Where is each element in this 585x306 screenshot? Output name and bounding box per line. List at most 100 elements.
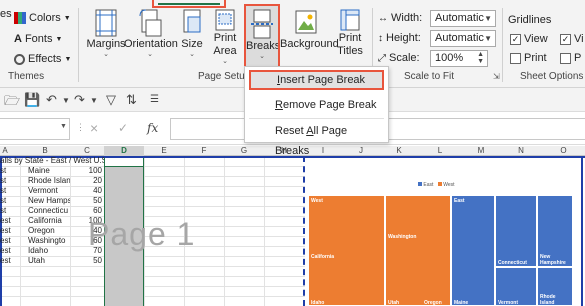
active-cell-d2[interactable]: [104, 157, 144, 167]
value-cell[interactable]: 40: [72, 186, 102, 196]
treemap-tile-washington[interactable]: Washington Utah Oregon: [385, 195, 451, 306]
state-cell[interactable]: Utah: [28, 256, 70, 266]
print-titles-icon: [340, 9, 360, 31]
state-cell[interactable]: Connecticu: [28, 206, 70, 216]
confirm-icon[interactable]: ✓: [118, 121, 128, 135]
state-cell[interactable]: California: [28, 216, 70, 226]
treemap-tile-new-hampshire[interactable]: New Hampshire: [537, 195, 573, 267]
worksheet[interactable]: A B C D E F G H I J K L M N O alls by St…: [0, 146, 585, 306]
state-cell[interactable]: Vermont: [28, 186, 70, 196]
treemap-tile-maine[interactable]: East Maine: [451, 195, 495, 306]
reset-all-page-breaks-item[interactable]: Reset All Page Breaks: [249, 121, 384, 157]
treemap-tile-vermont[interactable]: Vermont: [495, 267, 537, 306]
effects-button[interactable]: Effects ▼: [14, 53, 71, 65]
region-cell[interactable]: st: [0, 186, 20, 196]
tile-label-oregon: Oregon: [424, 300, 442, 306]
sort-icon[interactable]: ⇅: [126, 92, 137, 108]
undo-icon[interactable]: ↶: [46, 92, 57, 108]
size-button[interactable]: Size ⌄: [178, 8, 206, 70]
headings-view-checkbox[interactable]: ✓ Vi: [560, 33, 584, 45]
fonts-button[interactable]: A Fonts ▼: [14, 33, 62, 45]
column-header-f[interactable]: F: [184, 146, 224, 156]
background-icon: [295, 10, 317, 34]
dialog-launcher-icon[interactable]: ⇲: [493, 72, 500, 81]
menu-label-underlined: R: [275, 99, 283, 111]
tile-label-new-hampshire: New Hampshire: [540, 254, 566, 266]
state-cell[interactable]: Maine: [28, 166, 70, 176]
treemap-tile-california[interactable]: West California Idaho: [308, 195, 385, 306]
column-header-b[interactable]: B: [20, 146, 70, 156]
state-cell[interactable]: Washingto: [28, 236, 70, 246]
column-header-g[interactable]: G: [224, 146, 264, 156]
state-cell[interactable]: New Hamps: [28, 196, 70, 206]
state-cell[interactable]: Idaho: [28, 246, 70, 256]
value-cell[interactable]: 20: [72, 176, 102, 186]
gridlines-view-checkbox[interactable]: ✓ View: [510, 33, 548, 45]
print-titles-button[interactable]: Print Titles: [334, 8, 366, 70]
column-header-e[interactable]: E: [144, 146, 184, 156]
print-area-button[interactable]: Print Area ⌄: [208, 8, 242, 70]
state-cell[interactable]: Rhode Islan: [28, 176, 70, 186]
sheet-title[interactable]: alls by State - East / West U.S.: [0, 156, 104, 166]
region-cell[interactable]: st: [0, 196, 20, 206]
gridlines-print-checkbox[interactable]: Print: [510, 52, 547, 64]
background-button[interactable]: Background: [280, 8, 339, 70]
redo-dropdown-icon[interactable]: ▼: [90, 96, 98, 105]
treemap-tile-rhode-island[interactable]: Rhode Island: [537, 267, 573, 306]
value-cell[interactable]: 50: [72, 196, 102, 206]
column-header-a[interactable]: A: [0, 146, 10, 156]
undo-dropdown-icon[interactable]: ▼: [62, 96, 70, 105]
orientation-button[interactable]: Orientation ⌄: [124, 8, 178, 70]
region-cell[interactable]: st: [0, 206, 20, 216]
region-cell[interactable]: est: [0, 236, 20, 246]
scale-label: ⤢ Scale:: [378, 52, 420, 64]
height-label: ↕ Height:: [378, 32, 421, 44]
margins-button[interactable]: Margins ⌄: [84, 8, 128, 70]
cancel-icon[interactable]: ×: [90, 120, 98, 136]
column-header-m[interactable]: M: [462, 146, 500, 156]
column-header-l[interactable]: L: [418, 146, 462, 156]
width-dropdown[interactable]: Automatic ▼: [430, 10, 496, 27]
open-folder-icon[interactable]: 🗁: [4, 92, 20, 114]
colors-button[interactable]: Colors ▼: [14, 12, 71, 24]
headings-print-checkbox[interactable]: P: [560, 52, 581, 64]
column-header-n[interactable]: N: [500, 146, 542, 156]
value-cell[interactable]: 60: [72, 206, 102, 216]
drag-handle-icon[interactable]: ⋮: [76, 122, 85, 133]
treemap-tile-connecticut[interactable]: Connecticut: [495, 195, 537, 267]
column-header-o[interactable]: O: [542, 146, 585, 156]
insert-function-icon[interactable]: fx: [147, 121, 158, 135]
region-cell[interactable]: est: [0, 256, 20, 266]
tile-label-california: California: [311, 254, 335, 260]
customize-toolbar-icon[interactable]: ☰: [150, 94, 159, 105]
treemap-chart[interactable]: East West West California Idaho Washingt…: [308, 174, 584, 306]
insert-page-break-item[interactable]: Insert Page Break: [249, 70, 384, 90]
save-icon[interactable]: 💾: [24, 92, 40, 108]
scale-spinner[interactable]: 100% ▲ ▼: [430, 50, 488, 67]
legend-swatch-west: [437, 182, 442, 186]
tile-label-vermont: Vermont: [498, 300, 519, 306]
legend-label-east: East: [423, 182, 434, 188]
height-dropdown[interactable]: Automatic ▼: [430, 30, 496, 47]
redo-icon[interactable]: ↷: [74, 92, 85, 108]
region-cell[interactable]: est: [0, 216, 20, 226]
value-cell[interactable]: 100: [72, 166, 102, 176]
region-cell[interactable]: st: [0, 166, 20, 176]
column-header-k[interactable]: K: [380, 146, 418, 156]
region-cell[interactable]: est: [0, 226, 20, 236]
name-box-chevron-icon[interactable]: ▼: [60, 123, 67, 130]
colors-icon: [14, 12, 26, 24]
column-header-i[interactable]: I: [304, 146, 342, 156]
chevron-down-icon: ▼: [484, 34, 492, 43]
region-cell[interactable]: st: [0, 176, 20, 186]
value-cell[interactable]: 50: [72, 256, 102, 266]
print-area-icon: [215, 9, 235, 31]
state-cell[interactable]: Oregon: [28, 226, 70, 236]
remove-page-break-item[interactable]: Remove Page Break: [249, 95, 384, 115]
column-header-c[interactable]: C: [70, 146, 104, 156]
region-cell[interactable]: est: [0, 246, 20, 256]
filter-icon[interactable]: ▽: [106, 92, 116, 108]
themes-partial[interactable]: es: [0, 8, 12, 20]
gridline: [0, 276, 305, 277]
column-header-j[interactable]: J: [342, 146, 380, 156]
